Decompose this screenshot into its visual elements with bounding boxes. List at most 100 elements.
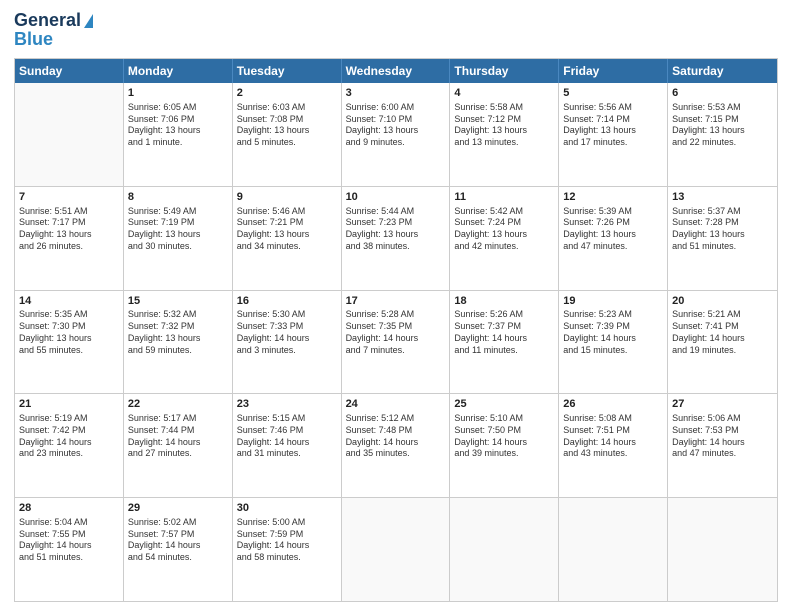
day-info: Sunrise: 5:32 AM Sunset: 7:32 PM Dayligh… [128,309,228,356]
day-number: 29 [128,501,228,516]
table-row: 27Sunrise: 5:06 AM Sunset: 7:53 PM Dayli… [668,394,777,497]
day-info: Sunrise: 5:21 AM Sunset: 7:41 PM Dayligh… [672,309,773,356]
day-info: Sunrise: 6:00 AM Sunset: 7:10 PM Dayligh… [346,102,446,149]
calendar: Sunday Monday Tuesday Wednesday Thursday… [14,58,778,602]
table-row: 9Sunrise: 5:46 AM Sunset: 7:21 PM Daylig… [233,187,342,290]
day-info: Sunrise: 5:35 AM Sunset: 7:30 PM Dayligh… [19,309,119,356]
table-row [15,83,124,186]
table-row: 14Sunrise: 5:35 AM Sunset: 7:30 PM Dayli… [15,291,124,394]
day-number: 26 [563,397,663,412]
day-number: 3 [346,86,446,101]
calendar-row-2: 7Sunrise: 5:51 AM Sunset: 7:17 PM Daylig… [15,186,777,290]
day-number: 24 [346,397,446,412]
header: General Blue [14,10,778,50]
day-info: Sunrise: 5:06 AM Sunset: 7:53 PM Dayligh… [672,413,773,460]
table-row: 5Sunrise: 5:56 AM Sunset: 7:14 PM Daylig… [559,83,668,186]
day-number: 20 [672,294,773,309]
table-row [559,498,668,601]
page: General Blue Sunday Monday Tuesday Wedne… [0,0,792,612]
table-row: 6Sunrise: 5:53 AM Sunset: 7:15 PM Daylig… [668,83,777,186]
day-info: Sunrise: 5:23 AM Sunset: 7:39 PM Dayligh… [563,309,663,356]
table-row: 22Sunrise: 5:17 AM Sunset: 7:44 PM Dayli… [124,394,233,497]
table-row: 18Sunrise: 5:26 AM Sunset: 7:37 PM Dayli… [450,291,559,394]
table-row: 28Sunrise: 5:04 AM Sunset: 7:55 PM Dayli… [15,498,124,601]
day-info: Sunrise: 5:53 AM Sunset: 7:15 PM Dayligh… [672,102,773,149]
day-number: 10 [346,190,446,205]
day-number: 7 [19,190,119,205]
day-number: 25 [454,397,554,412]
header-monday: Monday [124,59,233,83]
table-row: 24Sunrise: 5:12 AM Sunset: 7:48 PM Dayli… [342,394,451,497]
day-number: 8 [128,190,228,205]
day-info: Sunrise: 5:28 AM Sunset: 7:35 PM Dayligh… [346,309,446,356]
day-info: Sunrise: 5:58 AM Sunset: 7:12 PM Dayligh… [454,102,554,149]
day-number: 15 [128,294,228,309]
day-info: Sunrise: 5:26 AM Sunset: 7:37 PM Dayligh… [454,309,554,356]
day-info: Sunrise: 5:08 AM Sunset: 7:51 PM Dayligh… [563,413,663,460]
day-info: Sunrise: 6:03 AM Sunset: 7:08 PM Dayligh… [237,102,337,149]
day-info: Sunrise: 5:56 AM Sunset: 7:14 PM Dayligh… [563,102,663,149]
day-info: Sunrise: 5:44 AM Sunset: 7:23 PM Dayligh… [346,206,446,253]
table-row: 3Sunrise: 6:00 AM Sunset: 7:10 PM Daylig… [342,83,451,186]
header-friday: Friday [559,59,668,83]
logo: General Blue [14,10,93,50]
day-info: Sunrise: 5:04 AM Sunset: 7:55 PM Dayligh… [19,517,119,564]
calendar-row-5: 28Sunrise: 5:04 AM Sunset: 7:55 PM Dayli… [15,497,777,601]
logo-blue: Blue [14,29,53,50]
table-row [450,498,559,601]
day-number: 14 [19,294,119,309]
day-number: 22 [128,397,228,412]
calendar-header: Sunday Monday Tuesday Wednesday Thursday… [15,59,777,83]
day-info: Sunrise: 5:49 AM Sunset: 7:19 PM Dayligh… [128,206,228,253]
header-saturday: Saturday [668,59,777,83]
day-number: 11 [454,190,554,205]
table-row: 8Sunrise: 5:49 AM Sunset: 7:19 PM Daylig… [124,187,233,290]
day-number: 27 [672,397,773,412]
logo-icon [84,14,93,28]
day-number: 4 [454,86,554,101]
table-row: 2Sunrise: 6:03 AM Sunset: 7:08 PM Daylig… [233,83,342,186]
day-number: 16 [237,294,337,309]
table-row [668,498,777,601]
table-row: 21Sunrise: 5:19 AM Sunset: 7:42 PM Dayli… [15,394,124,497]
table-row: 15Sunrise: 5:32 AM Sunset: 7:32 PM Dayli… [124,291,233,394]
table-row: 20Sunrise: 5:21 AM Sunset: 7:41 PM Dayli… [668,291,777,394]
day-number: 6 [672,86,773,101]
table-row: 13Sunrise: 5:37 AM Sunset: 7:28 PM Dayli… [668,187,777,290]
day-number: 13 [672,190,773,205]
calendar-row-4: 21Sunrise: 5:19 AM Sunset: 7:42 PM Dayli… [15,393,777,497]
table-row: 26Sunrise: 5:08 AM Sunset: 7:51 PM Dayli… [559,394,668,497]
calendar-row-1: 1Sunrise: 6:05 AM Sunset: 7:06 PM Daylig… [15,83,777,186]
header-tuesday: Tuesday [233,59,342,83]
day-info: Sunrise: 5:02 AM Sunset: 7:57 PM Dayligh… [128,517,228,564]
table-row: 12Sunrise: 5:39 AM Sunset: 7:26 PM Dayli… [559,187,668,290]
table-row: 29Sunrise: 5:02 AM Sunset: 7:57 PM Dayli… [124,498,233,601]
header-sunday: Sunday [15,59,124,83]
table-row: 25Sunrise: 5:10 AM Sunset: 7:50 PM Dayli… [450,394,559,497]
table-row: 1Sunrise: 6:05 AM Sunset: 7:06 PM Daylig… [124,83,233,186]
day-info: Sunrise: 5:19 AM Sunset: 7:42 PM Dayligh… [19,413,119,460]
calendar-row-3: 14Sunrise: 5:35 AM Sunset: 7:30 PM Dayli… [15,290,777,394]
day-number: 17 [346,294,446,309]
day-number: 28 [19,501,119,516]
day-info: Sunrise: 5:37 AM Sunset: 7:28 PM Dayligh… [672,206,773,253]
calendar-body: 1Sunrise: 6:05 AM Sunset: 7:06 PM Daylig… [15,83,777,601]
day-info: Sunrise: 5:12 AM Sunset: 7:48 PM Dayligh… [346,413,446,460]
table-row: 30Sunrise: 5:00 AM Sunset: 7:59 PM Dayli… [233,498,342,601]
logo-general: General [14,10,81,31]
day-number: 19 [563,294,663,309]
table-row: 16Sunrise: 5:30 AM Sunset: 7:33 PM Dayli… [233,291,342,394]
table-row: 7Sunrise: 5:51 AM Sunset: 7:17 PM Daylig… [15,187,124,290]
table-row [342,498,451,601]
day-number: 2 [237,86,337,101]
header-wednesday: Wednesday [342,59,451,83]
day-number: 30 [237,501,337,516]
day-number: 9 [237,190,337,205]
day-number: 18 [454,294,554,309]
day-info: Sunrise: 5:51 AM Sunset: 7:17 PM Dayligh… [19,206,119,253]
table-row: 17Sunrise: 5:28 AM Sunset: 7:35 PM Dayli… [342,291,451,394]
day-info: Sunrise: 5:15 AM Sunset: 7:46 PM Dayligh… [237,413,337,460]
day-info: Sunrise: 5:00 AM Sunset: 7:59 PM Dayligh… [237,517,337,564]
day-number: 12 [563,190,663,205]
day-info: Sunrise: 5:10 AM Sunset: 7:50 PM Dayligh… [454,413,554,460]
